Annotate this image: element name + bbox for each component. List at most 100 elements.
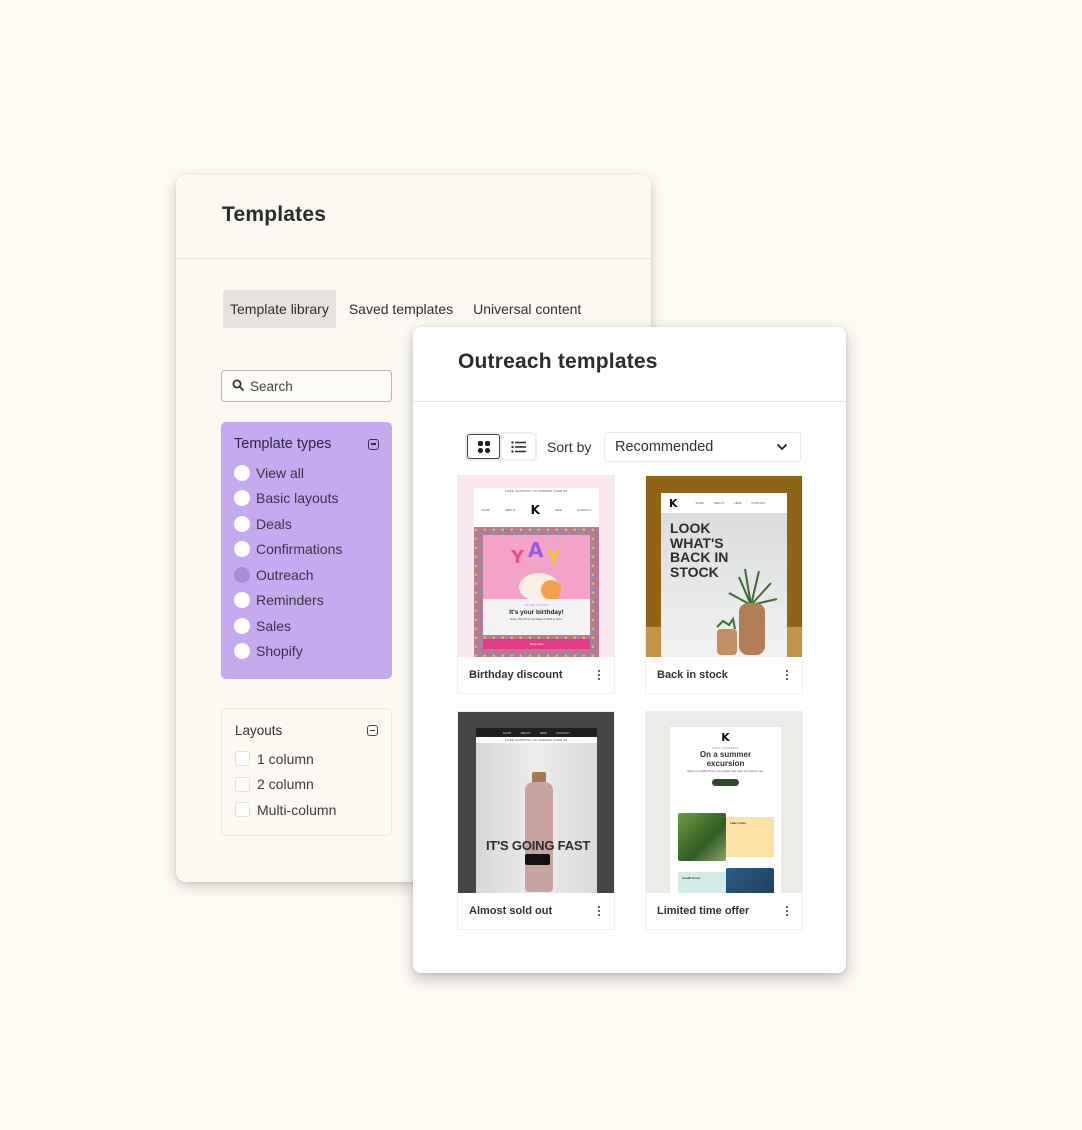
preview-cta (712, 779, 739, 786)
preview-nav: CONTACT (577, 508, 592, 512)
checkbox-icon[interactable] (235, 776, 250, 792)
panel-title: Outreach templates (458, 350, 658, 373)
radio-icon[interactable] (234, 464, 250, 481)
radio-icon[interactable] (234, 617, 250, 634)
list-icon (511, 440, 526, 453)
radio-label: Confirmations (256, 541, 343, 558)
template-types-title: Template types (234, 436, 332, 452)
preview-nav: ABOUT (714, 501, 725, 505)
radio-outreach[interactable]: Outreach (234, 562, 379, 588)
radio-label: Sales (256, 617, 292, 634)
grid-icon (477, 440, 490, 453)
preview-nav: CONTACT (751, 501, 766, 505)
templates-header: Templates (176, 175, 651, 259)
radio-basic-layouts[interactable]: Basic layouts (234, 486, 379, 512)
grid-view-button[interactable] (467, 434, 500, 459)
radio-label: Reminders (256, 592, 324, 609)
tab-template-library[interactable]: Template library (223, 290, 336, 328)
sort-select[interactable]: Recommended (604, 432, 801, 462)
layouts-title: Layouts (235, 723, 283, 738)
preview-nav: NEW (539, 730, 547, 735)
checkbox-icon[interactable] (235, 751, 250, 767)
collapse-icon[interactable] (367, 725, 378, 736)
preview-cta: Shop Now (483, 639, 590, 649)
page-title: Templates (222, 203, 327, 226)
brand-logo-icon: K (530, 503, 540, 517)
amalfi-coast-image (726, 868, 774, 893)
preview-nav: SHOP (481, 508, 491, 512)
radio-icon[interactable] (234, 643, 250, 660)
cupcake-image: YAY (483, 535, 590, 601)
brand-logo-icon: K (669, 496, 678, 510)
collapse-icon[interactable] (368, 438, 379, 450)
preview-banner: FREE SHIPPING ON ORDERS OVER $X (476, 737, 597, 743)
preview-headline: On a summer excursion (699, 750, 752, 768)
template-name: Limited time offer (657, 905, 750, 917)
radio-label: Shopify (256, 643, 303, 660)
preview-headline: IT'S GOING FAST (486, 838, 591, 853)
preview-nav: ABOUT (520, 730, 531, 735)
search-placeholder: Search (250, 378, 293, 394)
search-input[interactable]: Search (221, 370, 392, 402)
preview-card-title: Amalfi Coast (678, 872, 726, 893)
template-card-limited-time-offer[interactable]: K FIND YOURSELF On a summer excursion En… (646, 712, 802, 929)
preview-cta (525, 854, 550, 865)
lake-como-image (678, 813, 726, 861)
tab-universal-content[interactable]: Universal content (466, 290, 588, 328)
checkbox-label: 1 column (257, 750, 314, 767)
svg-text:Y: Y (546, 547, 561, 568)
radio-icon[interactable] (234, 515, 250, 532)
brand-logo-icon: K (721, 731, 730, 744)
preview-card-title: Lake Como (726, 817, 774, 857)
tab-saved-templates[interactable]: Saved templates (342, 290, 460, 328)
template-name: Almost sold out (469, 905, 553, 917)
template-preview: SHOP ABOUT NEW CONTACT FREE SHIPPING ON … (458, 712, 614, 893)
radio-deals[interactable]: Deals (234, 511, 379, 537)
radio-label: Basic layouts (256, 490, 339, 507)
checkbox-label: Multi-column (257, 801, 337, 818)
more-options-icon[interactable] (594, 669, 604, 681)
template-types-filter: Template types View all Basic layouts De… (221, 422, 392, 679)
radio-sales[interactable]: Sales (234, 613, 379, 639)
svg-text:A: A (528, 538, 544, 562)
radio-reminders[interactable]: Reminders (234, 588, 379, 614)
plant-vase-image (716, 568, 778, 655)
radio-view-all[interactable]: View all (234, 460, 379, 486)
radio-selected-icon[interactable] (234, 566, 250, 583)
more-options-icon[interactable] (594, 905, 604, 917)
list-view-button[interactable] (502, 434, 535, 459)
template-preview: FREE SHIPPING ON ORDERS OVER $X SHOP ABO… (458, 476, 614, 657)
sort-by-label: Sort by (547, 438, 592, 455)
template-card-birthday-discount[interactable]: FREE SHIPPING ON ORDERS OVER $X SHOP ABO… (458, 476, 614, 693)
more-options-icon[interactable] (782, 669, 792, 681)
layouts-filter: Layouts 1 column 2 column Multi-column (221, 708, 392, 836)
toolbar: Sort by Recommended (465, 432, 801, 462)
chevron-down-icon (776, 443, 788, 451)
template-name: Birthday discount (469, 669, 563, 681)
radio-confirmations[interactable]: Confirmations (234, 537, 379, 563)
radio-shopify[interactable]: Shopify (234, 639, 379, 665)
radio-label: Outreach (256, 566, 314, 583)
preview-nav: NEW (734, 501, 742, 505)
radio-icon[interactable] (234, 592, 250, 609)
radio-icon[interactable] (234, 541, 250, 558)
preview-body: Enjoy up to $200 off our most popular tr… (687, 770, 764, 773)
template-card-almost-sold-out[interactable]: SHOP ABOUT NEW CONTACT FREE SHIPPING ON … (458, 712, 614, 929)
search-icon (232, 379, 250, 394)
checkbox-2-column[interactable]: 2 column (235, 772, 378, 798)
checkbox-label: 2 column (257, 776, 314, 793)
radio-icon[interactable] (234, 490, 250, 507)
checkbox-multi-column[interactable]: Multi-column (235, 797, 378, 823)
preview-nav: SHOP (502, 730, 512, 735)
preview-eyebrow: HIP HIP HOORAY (524, 603, 549, 607)
svg-text:Y: Y (510, 547, 525, 568)
checkbox-icon[interactable] (235, 802, 250, 818)
template-card-back-in-stock[interactable]: K SHOP ABOUT NEW CONTACT LOOK WHAT'S BAC… (646, 476, 802, 693)
outreach-templates-panel: Outreach templates Sort by Recommended F… (413, 327, 846, 973)
checkbox-1-column[interactable]: 1 column (235, 746, 378, 772)
outreach-header: Outreach templates (413, 327, 846, 402)
more-options-icon[interactable] (782, 905, 792, 917)
preview-banner: FREE SHIPPING ON ORDERS OVER $X (505, 489, 568, 493)
radio-label: Deals (256, 515, 292, 532)
view-toggle (465, 432, 537, 461)
